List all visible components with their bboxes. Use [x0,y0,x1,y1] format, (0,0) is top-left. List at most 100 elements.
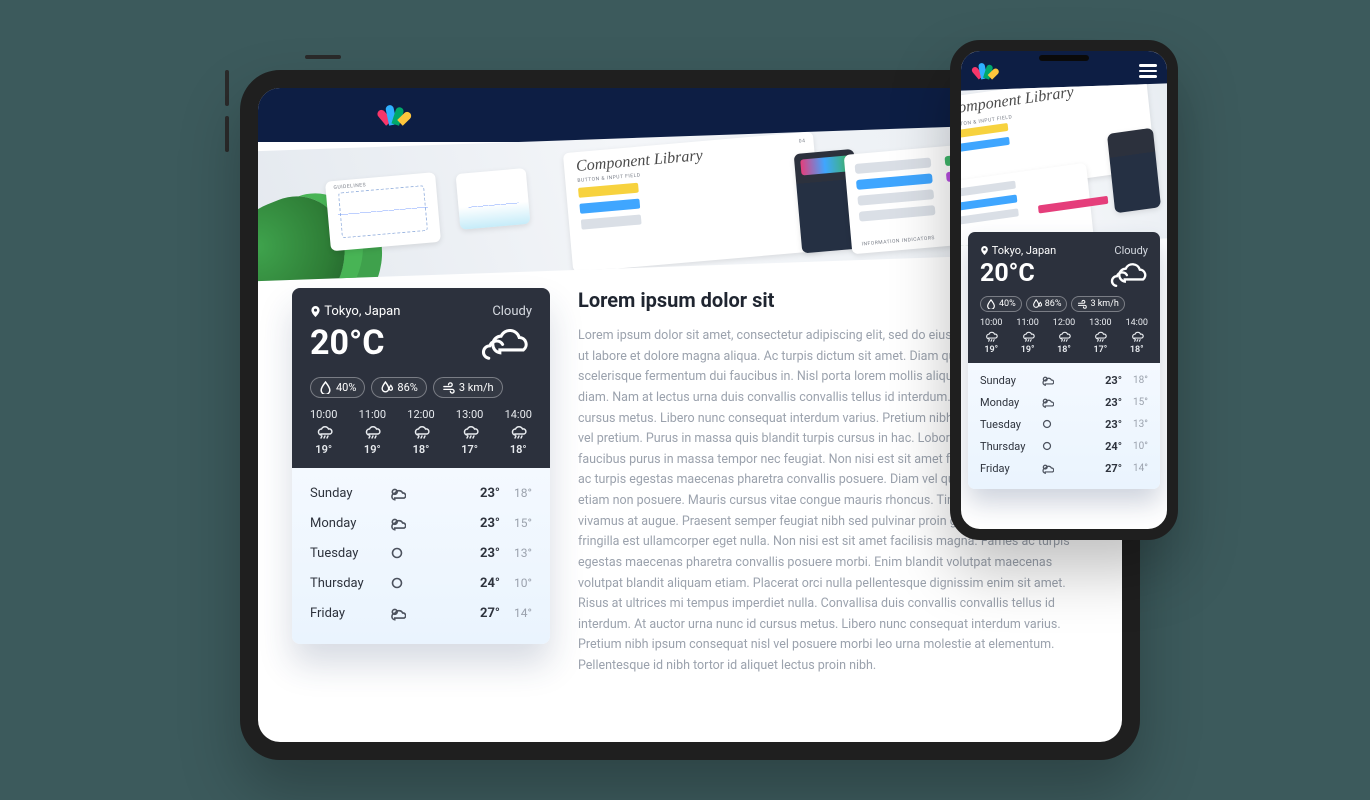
tablet-volume-up-button [225,70,229,106]
day-high: 23° [1105,418,1122,431]
humidity-icon [380,381,393,394]
rain-chance-chip[interactable]: 40% [310,377,365,398]
brand-logo[interactable] [380,105,409,125]
day-high: 23° [480,486,500,501]
hour-temp: 19° [984,345,998,355]
weather-location: Tokyo, Japan [992,244,1056,257]
day-high: 24° [1105,440,1122,453]
weather-widget: Tokyo, Japan Cloudy 20°C 40% [968,232,1160,489]
wind-chip[interactable]: 3 km/h [433,377,503,398]
rain-chance-chip[interactable]: 40% [980,296,1022,312]
sunny-icon [388,544,406,562]
weather-condition: Cloudy [492,304,532,319]
daily-forecast: Sunday 23° 18° Monday 23° 15° Tuesday [292,468,550,644]
day-low: 15° [1122,397,1148,408]
hamburger-line-icon [1139,75,1157,77]
humidity-chip[interactable]: 86% [371,377,426,398]
hour-temp: 19° [364,443,381,456]
hour-temp: 17° [1094,345,1108,355]
hour-slot[interactable]: 13:00 17° [456,408,483,456]
hour-slot[interactable]: 11:00 19° [1016,318,1038,355]
hour-slot[interactable]: 12:00 18° [1053,318,1075,355]
hour-slot[interactable]: 11:00 19° [359,408,386,456]
rain-cloud-icon [1130,331,1144,342]
hour-time: 10:00 [980,318,1002,328]
humidity-value: 86% [397,381,417,394]
raindrop-icon [319,381,332,394]
hour-time: 13:00 [1089,318,1111,328]
hour-time: 14:00 [505,408,532,421]
hero-illustration-label: GUIDELINES [333,182,366,191]
hour-time: 11:00 [1016,318,1038,328]
day-high: 27° [1105,462,1122,475]
day-high: 24° [480,576,500,591]
day-name: Monday [980,396,1040,409]
hour-temp: 18° [1057,345,1071,355]
phone-content: Tokyo, Japan Cloudy 20°C 40% [961,232,1167,489]
daily-row[interactable]: Sunday23°18° [980,369,1148,391]
partly-cloudy-icon [1040,395,1054,409]
hour-slot[interactable]: 14:0018° [1126,318,1148,355]
hour-slot[interactable]: 14:00 18° [505,408,532,456]
weather-current-panel: Tokyo, Japan Cloudy 20°C 40% [292,288,550,468]
brand-logo[interactable] [974,63,997,79]
rain-cloud-icon [984,331,998,342]
day-low: 13° [1122,419,1148,430]
hour-temp: 18° [413,443,430,456]
daily-row[interactable]: Sunday 23° 18° [310,478,532,508]
wind-icon [1077,299,1087,309]
weather-widget: Tokyo, Japan Cloudy 20°C 40% [292,288,550,644]
hour-temp: 18° [1130,345,1144,355]
humidity-value: 86% [1045,299,1062,309]
sunny-icon [388,574,406,592]
hour-slot[interactable]: 10:00 19° [310,408,337,456]
clouds-icon [476,325,532,361]
sunny-icon [1040,417,1054,431]
daily-row[interactable]: Tuesday23°13° [980,413,1148,435]
day-low: 15° [500,516,532,530]
daily-row[interactable]: Friday 27° 14° [310,598,532,628]
day-low: 14° [500,606,532,620]
daily-row[interactable]: Tuesday 23° 13° [310,538,532,568]
hamburger-menu-button[interactable] [1139,64,1157,77]
hour-temp: 19° [1021,345,1035,355]
weather-current-panel: Tokyo, Japan Cloudy 20°C 40% [968,232,1160,363]
hour-time: 10:00 [310,408,337,421]
hour-slot[interactable]: 12:00 18° [407,408,434,456]
daily-row[interactable]: Friday27°14° [980,457,1148,479]
day-low: 14° [1122,463,1148,474]
day-high: 23° [1105,374,1122,387]
weather-stats-chips: 40% 86% 3 km/h [310,377,532,398]
day-name: Thursday [310,576,388,591]
phone-device-frame: BUTTON & INPUT FIELD04 Tokyo, Japan Clou… [950,40,1178,540]
weather-temperature: 20°C [310,323,385,363]
wind-icon [442,381,455,394]
daily-row[interactable]: Thursday 24° 10° [310,568,532,598]
daily-forecast: Sunday23°18° Monday23°15° Tuesday23°13° … [968,363,1160,489]
tablet-volume-down-button [225,116,229,152]
humidity-chip[interactable]: 86% [1026,296,1068,312]
hour-slot[interactable]: 13:00 17° [1089,318,1111,355]
hour-slot[interactable]: 10:00 19° [980,318,1002,355]
daily-row[interactable]: Monday 23° 15° [310,508,532,538]
wind-chip[interactable]: 3 km/h [1071,296,1124,312]
hour-time: 12:00 [1053,318,1075,328]
daily-row[interactable]: Thursday24°10° [980,435,1148,457]
weather-location: Tokyo, Japan [324,304,400,319]
day-high: 27° [480,606,500,621]
day-high: 23° [480,546,500,561]
hero-illustration-label: BUTTON & INPUT FIELD [961,114,1013,129]
hero-illustration-label: BUTTON & INPUT FIELD [577,172,641,183]
raindrop-icon [986,299,996,309]
phone-screen: BUTTON & INPUT FIELD04 Tokyo, Japan Clou… [961,51,1167,529]
partly-cloudy-icon [388,514,406,532]
hero-illustration-label: INFORMATION INDICATORS [861,235,935,247]
hour-temp: 17° [461,443,478,456]
location-pin-icon [310,305,321,318]
sunny-icon [1040,439,1054,453]
clouds-icon [1108,260,1148,288]
hourly-forecast: 10:00 19° 11:00 19° 12:00 18° [310,408,532,456]
wind-value: 3 km/h [459,381,494,394]
daily-row[interactable]: Monday23°15° [980,391,1148,413]
partly-cloudy-icon [1040,461,1054,475]
